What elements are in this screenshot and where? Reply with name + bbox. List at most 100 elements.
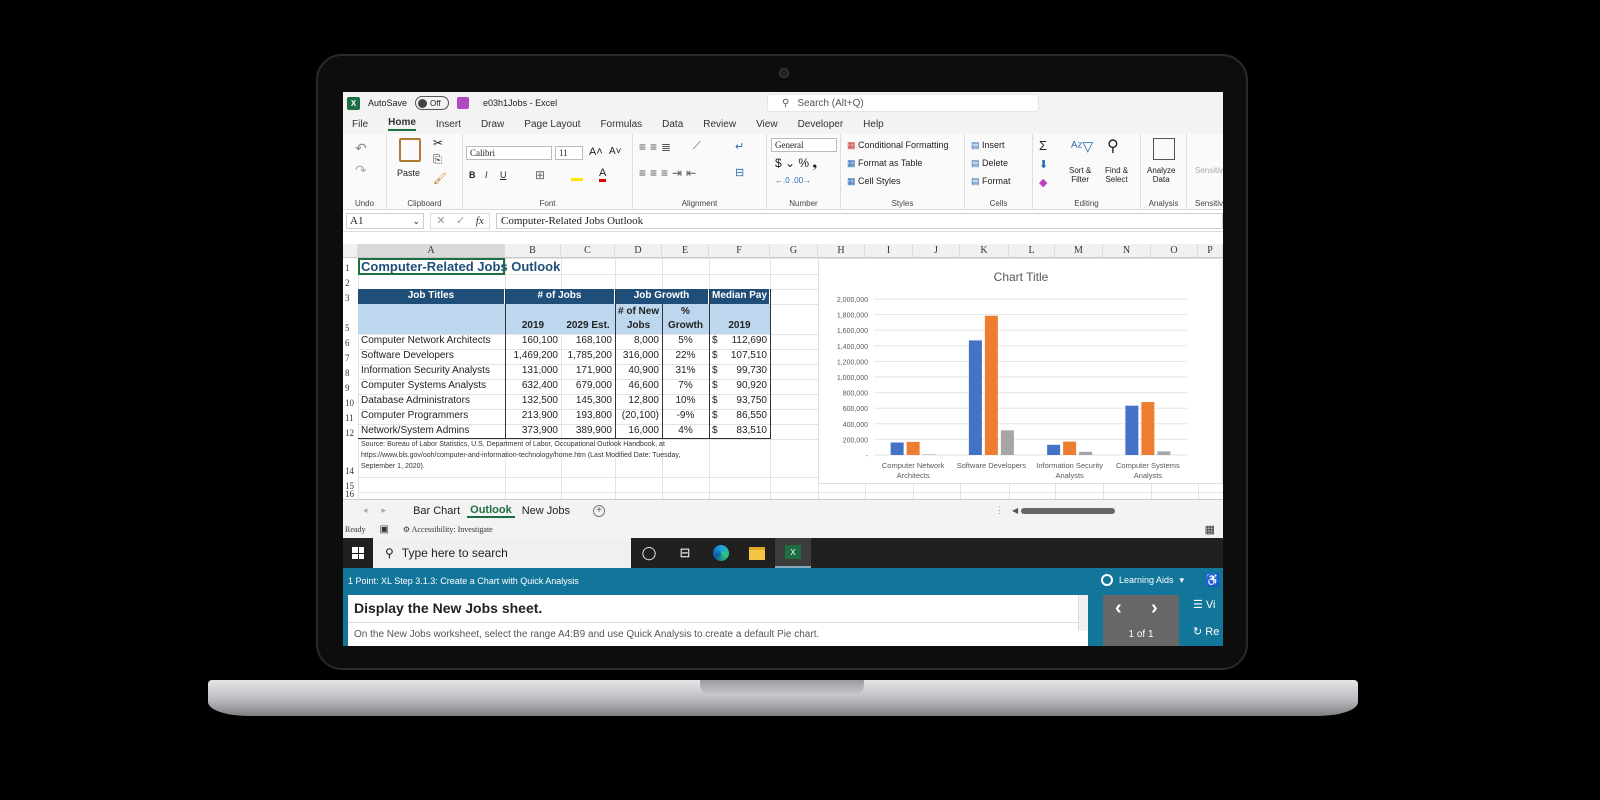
row-header-11[interactable]: 11 [343,409,358,424]
vertical-align-icons[interactable]: ≡≡≣ [639,140,675,154]
bar-2019[interactable] [890,442,904,455]
tab-scroll-right-icon[interactable]: ▸ [382,505,387,516]
column-header-n[interactable]: N [1103,244,1151,258]
header-median-pay[interactable]: Median Pay [709,289,770,304]
format-painter-icon[interactable]: 🖌 [433,172,447,185]
bar-2019[interactable] [1047,444,1061,455]
cell-y2029[interactable]: 171,900 [561,364,615,379]
cell-y2019[interactable]: 131,000 [505,364,561,379]
excel-taskbar-icon[interactable]: X [775,538,811,568]
column-header-c[interactable]: C [561,244,615,258]
cell-y2029[interactable]: 193,800 [561,409,615,424]
cell-job-title[interactable]: Computer Programmers [358,409,505,424]
fx-icon[interactable]: fx [476,215,484,227]
row-header-3[interactable]: 3 [343,289,358,304]
copy-icon[interactable]: ⎘ [433,154,442,167]
scroll-left-icon[interactable]: ◀ [1012,506,1018,515]
column-header-k[interactable]: K [960,244,1009,258]
cell-new[interactable]: 46,600 [615,379,662,394]
column-header-j[interactable]: J [913,244,960,258]
source-note[interactable]: Source: Bureau of Labor Statistics, U.S.… [358,440,668,450]
formula-input[interactable]: Computer-Related Jobs Outlook [496,212,1223,229]
edge-icon[interactable] [703,538,739,568]
find-icon[interactable]: ⚲ [1107,136,1119,156]
header-col-b[interactable]: 2019 [505,304,561,334]
cell-new[interactable]: (20,100) [615,409,662,424]
bar-2019[interactable] [1125,405,1139,455]
bar-2029-est-[interactable] [906,441,920,455]
column-header-b[interactable]: B [505,244,561,258]
worksheet-grid[interactable]: A B C D E F G H I J K L M N O P 1 2 3 5 6 7 8 9 10 11 12 14 15 16 Comp… [343,244,1223,501]
bar--of-new-jobs[interactable] [1157,451,1171,455]
instruction-scrollbar[interactable] [1078,595,1088,631]
select-all-corner[interactable] [343,244,358,258]
sort-filter-button[interactable]: Sort & Filter [1069,166,1091,184]
header-col-c[interactable]: 2029 Est. [561,304,615,334]
cell-pct[interactable]: 10% [662,394,709,409]
row-header-14[interactable]: 14 [343,439,358,477]
next-step-icon[interactable]: › [1151,597,1158,620]
file-explorer-icon[interactable] [739,538,775,568]
font-color-icon[interactable]: A [599,167,607,182]
header-job-growth[interactable]: Job Growth [615,289,709,304]
cell-y2019[interactable]: 160,100 [505,334,561,349]
menu-home[interactable]: Home [388,117,416,131]
menu-page-layout[interactable]: Page Layout [524,119,580,130]
autosave-toggle[interactable]: Off [415,96,450,110]
accessibility-status[interactable]: ⚙ Accessibility: Investigate [403,525,493,534]
cancel-icon[interactable]: ✕ [436,214,445,227]
normal-view-icon[interactable]: ▦ [1205,523,1215,536]
cell-new[interactable]: 8,000 [615,334,662,349]
row-header-6[interactable]: 6 [343,334,358,349]
menu-insert[interactable]: Insert [436,119,461,130]
column-header-i[interactable]: I [865,244,913,258]
task-view-icon[interactable]: ⊟ [667,538,703,568]
column-header-l[interactable]: L [1009,244,1055,258]
cell-pay[interactable]: 90,920 [723,379,770,394]
redo-icon[interactable]: ↷ [355,162,367,179]
italic-button[interactable]: I [485,170,488,180]
autosum-icon[interactable]: Σ [1039,138,1047,153]
bar-2029-est-[interactable] [1063,441,1077,455]
cell-y2019[interactable]: 213,900 [505,409,561,424]
bar-chart[interactable]: Chart Title - 200,000 400,000 600,000 800,000… [818,258,1223,484]
menu-developer[interactable]: Developer [798,119,844,130]
cell-y2019[interactable]: 132,500 [505,394,561,409]
number-format-select[interactable]: General [771,138,837,152]
decimal-icons[interactable]: ←.0 .00→ [775,176,811,185]
cell-y2019[interactable]: 632,400 [505,379,561,394]
format-cells-button[interactable]: ▤ Format [971,176,1011,187]
row-header-10[interactable]: 10 [343,394,358,409]
tab-bar-chart[interactable]: Bar Chart [410,505,463,517]
cell-job-title[interactable]: Network/System Admins [358,424,505,439]
cell-job-title[interactable]: Computer Network Architects [358,334,505,349]
row-header-5[interactable]: 5 [343,304,358,334]
wrap-text-icon[interactable]: ↵ [735,140,744,153]
cell-new[interactable]: 12,800 [615,394,662,409]
cell-pay[interactable]: 107,510 [723,349,770,364]
windows-start-icon[interactable] [343,538,373,568]
sensitivity-button[interactable]: Sensitivi [1195,166,1223,175]
add-sheet-icon[interactable]: + [593,504,605,517]
row-header-9[interactable]: 9 [343,379,358,394]
cell-y2029[interactable]: 168,100 [561,334,615,349]
cell-y2029[interactable]: 1,785,200 [561,349,615,364]
column-header-g[interactable]: G [770,244,818,258]
row-header-7[interactable]: 7 [343,349,358,364]
header-col-f[interactable]: 2019 [709,304,770,334]
menu-draw[interactable]: Draw [481,119,504,130]
cell-job-title[interactable]: Database Administrators [358,394,505,409]
accessibility-person-icon[interactable]: ♿ [1205,573,1220,587]
sort-filter-icon[interactable]: ᴬᶻ▽ [1071,138,1093,155]
bar-2019[interactable] [968,340,982,455]
cell-job-title[interactable]: Information Security Analysts [358,364,505,379]
tab-scroll-left-icon[interactable]: ◂ [363,505,368,516]
cell-new[interactable]: 40,900 [615,364,662,379]
source-note[interactable]: September 1, 2020). [358,462,428,472]
tab-outlook[interactable]: Outlook [467,504,515,518]
save-icon[interactable] [457,97,470,109]
borders-icon[interactable]: ⊞ [535,168,545,182]
header-blank[interactable] [358,304,505,334]
cell-y2029[interactable]: 679,000 [561,379,615,394]
column-header-h[interactable]: H [818,244,865,258]
